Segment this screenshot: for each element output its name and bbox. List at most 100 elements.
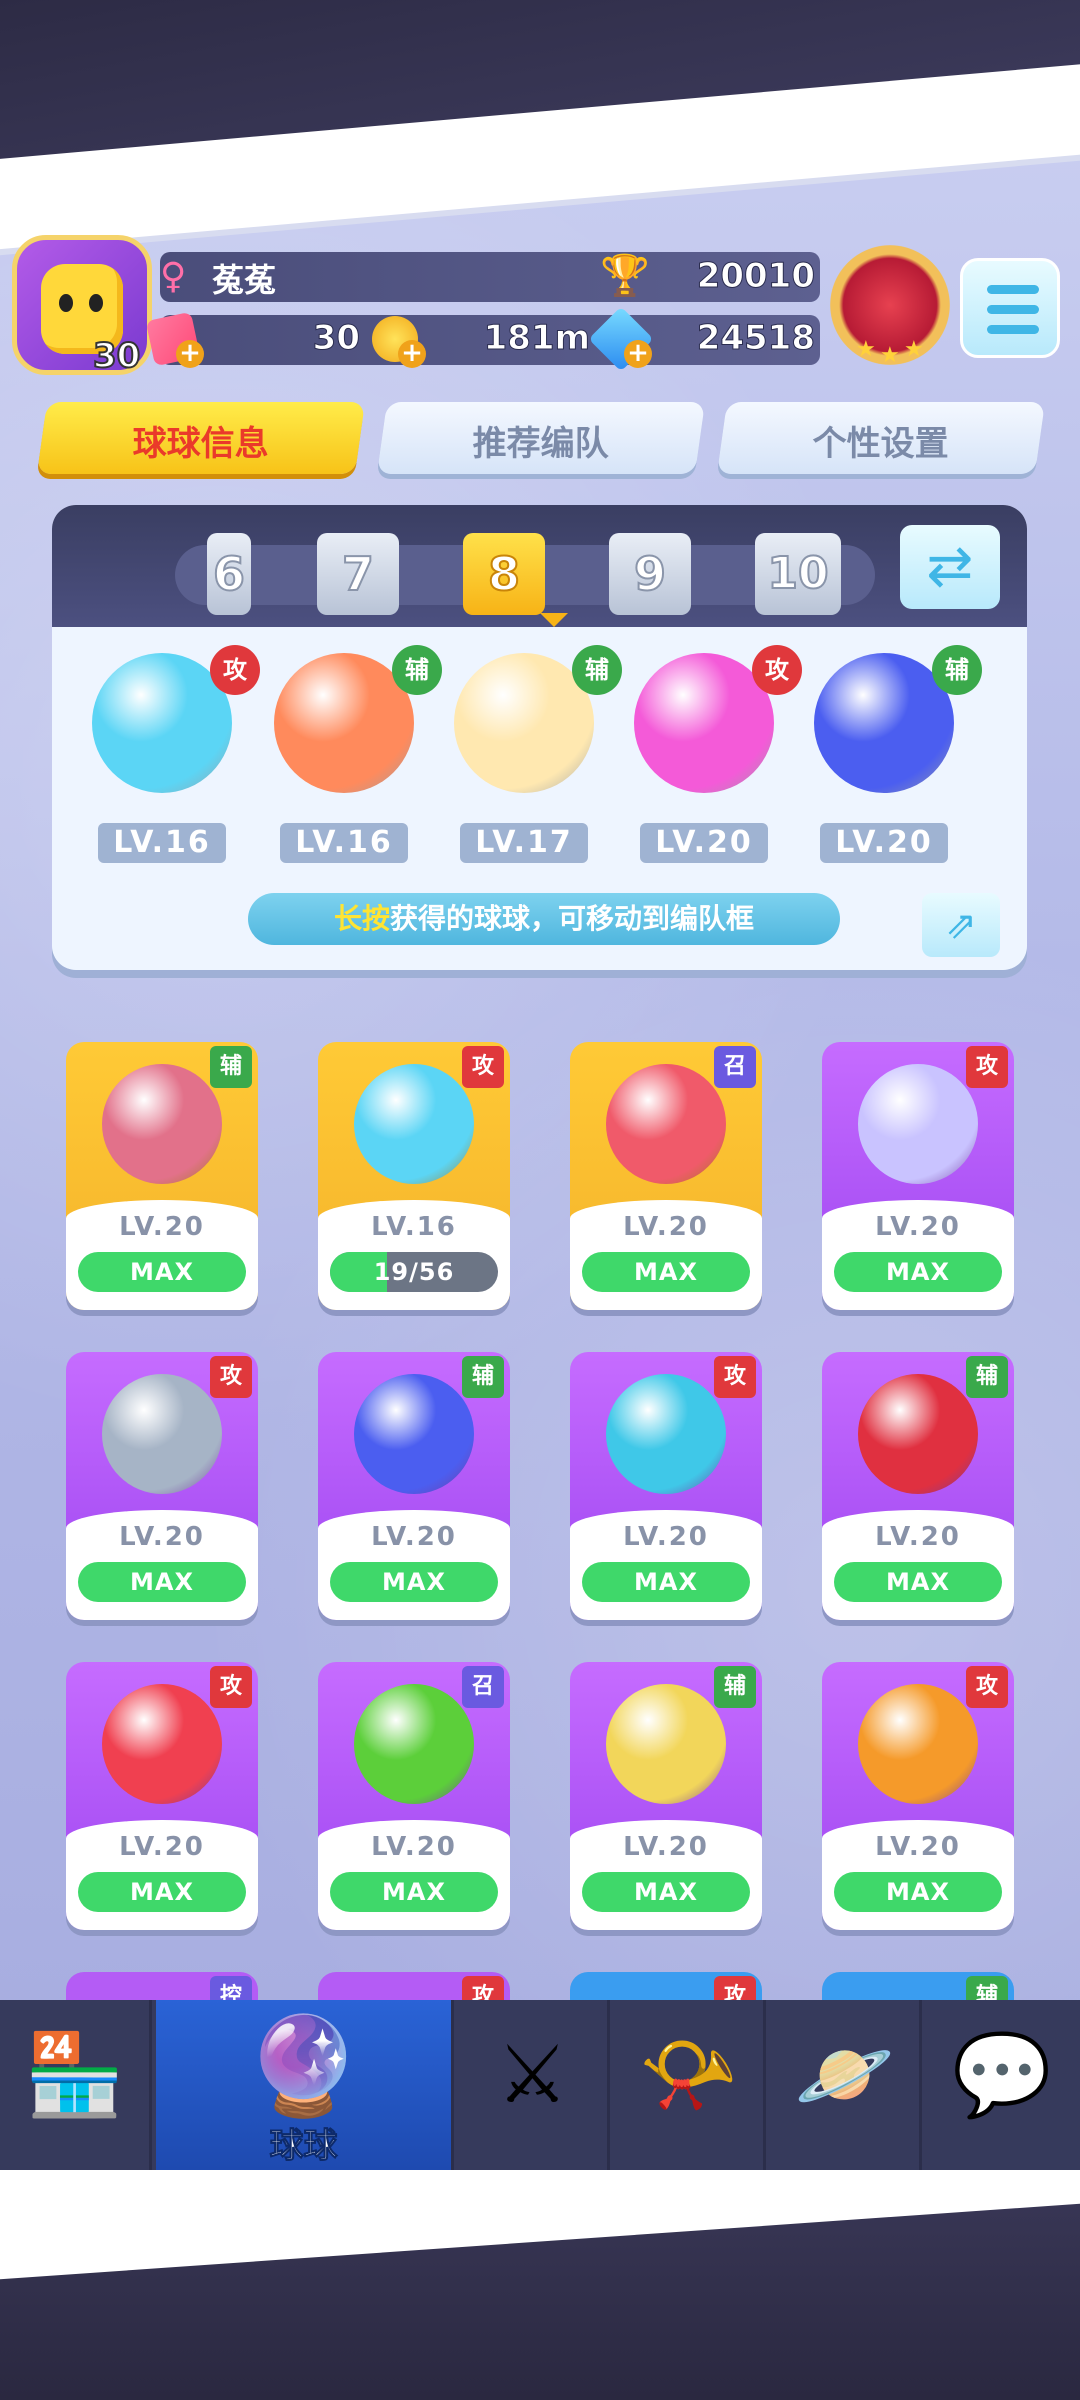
nav-planet[interactable]: 🪐 (770, 2000, 922, 2170)
female-icon: ♀ (160, 256, 187, 297)
ball-icon (354, 1064, 474, 1184)
diamond-count: 24518 (696, 318, 815, 359)
ball-type-badge: 攻 (210, 1666, 252, 1708)
ball-type-badge: 辅 (714, 1666, 756, 1708)
ball-type-badge: 辅 (392, 645, 442, 695)
team-slot-9[interactable]: 9 (609, 533, 691, 615)
ball-card[interactable]: 攻 LV.20 MAX (822, 1662, 1014, 1930)
tab-label: 推荐编队 (472, 424, 609, 464)
share-button[interactable]: ⇗ (922, 893, 1000, 957)
ball-level: LV.20 (875, 1522, 961, 1552)
ball-type-badge: 攻 (210, 1356, 252, 1398)
ball-card[interactable]: 召 LV.20 MAX (318, 1662, 510, 1930)
ball-card[interactable]: 攻 LV.20 MAX (66, 1352, 258, 1620)
player-name: 菟菟 (212, 261, 277, 299)
max-level-bar: MAX (582, 1562, 750, 1602)
chat-icon: 💬 (952, 2028, 1052, 2121)
ball-card[interactable]: 辅 LV.20 MAX (822, 1352, 1014, 1620)
tab-recommended-team[interactable]: 推荐编队 (376, 402, 706, 474)
whistle-icon: 📯 (638, 2028, 739, 2121)
hint-strong: 长按 (333, 902, 390, 935)
nav-label: 球球 (269, 2126, 338, 2167)
swords-icon: ⚔ (496, 2028, 569, 2121)
team-slot-7[interactable]: 7 (317, 533, 399, 615)
rank-star-icon: ★ (856, 337, 876, 362)
rank-star-icon: ★ (904, 337, 924, 362)
max-level-bar: MAX (834, 1252, 1002, 1292)
ball-card[interactable]: 召 LV.20 MAX (570, 1042, 762, 1310)
tab-label: 球球信息 (132, 424, 269, 464)
ball-type-badge: 召 (462, 1666, 504, 1708)
ball-icon (606, 1374, 726, 1494)
ball-level: LV.20 (623, 1212, 709, 1242)
ball-level: LV.20 (623, 1832, 709, 1862)
team-slot-8[interactable]: 8 (463, 533, 545, 615)
rank-star-icon: ★ (880, 343, 900, 368)
tab-ball-info[interactable]: 球球信息 (36, 402, 366, 474)
ball-icon (606, 1684, 726, 1804)
max-level-bar: MAX (834, 1872, 1002, 1912)
rank-badge-icon[interactable]: ★ ★ ★ (830, 245, 950, 368)
ball-icon (354, 1684, 474, 1804)
avatar-eye (89, 294, 103, 312)
ball-card[interactable]: 辅 LV.20 MAX (570, 1662, 762, 1930)
team-ball-level: LV.17 (460, 823, 588, 863)
ball-icon (102, 1374, 222, 1494)
ball-type-badge: 攻 (752, 645, 802, 695)
ball-type-badge: 辅 (210, 1046, 252, 1088)
ball-card[interactable]: 辅 LV.20 MAX (66, 1042, 258, 1310)
team-slot-6[interactable]: 6 (207, 533, 251, 615)
ball-icon (354, 1374, 474, 1494)
tab-personal-settings[interactable]: 个性设置 (716, 402, 1046, 474)
menu-button[interactable] (960, 258, 1060, 358)
avatar-eye (59, 294, 73, 312)
nav-battle[interactable]: ⚔ (458, 2000, 610, 2170)
ball-card[interactable]: 攻 LV.16 19/56 (318, 1042, 510, 1310)
ball-type-badge: 辅 (966, 1356, 1008, 1398)
hint-text: 获得的球球，可移动到编队框 (390, 902, 755, 935)
nav-whistle[interactable]: 📯 (614, 2000, 766, 2170)
nav-social[interactable]: 💬 (926, 2000, 1078, 2170)
trophy-count: 20010 (696, 256, 815, 297)
max-level-bar: MAX (330, 1872, 498, 1912)
ball-type-badge: 攻 (966, 1046, 1008, 1088)
ball-type-badge: 召 (714, 1046, 756, 1088)
add-energy-button[interactable]: + (398, 340, 426, 368)
menu-line (987, 285, 1039, 294)
ball-icon (102, 1064, 222, 1184)
player-avatar[interactable]: 30 (12, 235, 152, 377)
shop-icon: 🏪 (24, 2028, 125, 2121)
ball-level: LV.20 (371, 1522, 457, 1552)
add-ticket-button[interactable]: + (176, 340, 204, 368)
ball-type-badge: 攻 (714, 1356, 756, 1398)
energy-count: 181m (483, 318, 590, 359)
nav-shop[interactable]: 🏪 (0, 2000, 152, 2170)
ball-card[interactable]: 攻 LV.20 MAX (822, 1042, 1014, 1310)
ball-icon (102, 1684, 222, 1804)
ball-card[interactable]: 攻 LV.20 MAX (570, 1352, 762, 1620)
ball-icon (858, 1374, 978, 1494)
swap-button[interactable]: ⇄ (900, 525, 1000, 609)
bottom-nav: 🏪 🔮 球球 ⚔ 📯 🪐 💬 (0, 2000, 1080, 2170)
ball-level: LV.20 (371, 1832, 457, 1862)
drag-hint: 长按获得的球球，可移动到编队框 (248, 893, 840, 945)
team-panel: 6 7 8 9 10 ⇄ 攻 LV.16 辅 LV.16 辅 LV.17 攻 LV.20 辅 LV… (52, 505, 1027, 970)
ball-level: LV.16 (371, 1212, 457, 1242)
ball-type-badge: 辅 (932, 645, 982, 695)
ball-icon: 🔮 (243, 2010, 364, 2122)
nav-balls[interactable]: 🔮 球球 (156, 2000, 454, 2170)
ball-icon (858, 1684, 978, 1804)
slot-pointer (540, 613, 568, 627)
ball-level: LV.20 (875, 1832, 961, 1862)
ball-card[interactable]: 攻 LV.20 MAX (66, 1662, 258, 1930)
team-ball-level: LV.20 (640, 823, 768, 863)
max-level-bar: MAX (78, 1252, 246, 1292)
menu-line (987, 325, 1039, 334)
team-ball-level: LV.16 (280, 823, 408, 863)
ball-card[interactable]: 辅 LV.20 MAX (318, 1352, 510, 1620)
ball-level: LV.20 (119, 1832, 205, 1862)
max-level-bar: MAX (330, 1562, 498, 1602)
ball-level: LV.20 (875, 1212, 961, 1242)
max-level-bar: MAX (582, 1252, 750, 1292)
team-slot-10[interactable]: 10 (755, 533, 841, 615)
